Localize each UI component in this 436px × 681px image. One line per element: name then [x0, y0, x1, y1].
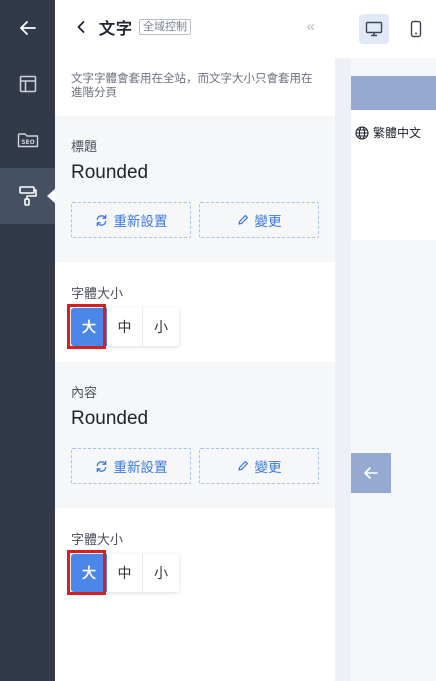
highlight-box	[67, 550, 106, 595]
content-size-label: 字體大小	[71, 532, 124, 547]
site-preview: 繁體中文	[335, 58, 436, 681]
globe-icon	[355, 125, 369, 140]
paint-roller-icon	[18, 186, 37, 206]
panel-description: 文字字體會套用在全站，而文字大小只會套用在進階分頁	[71, 73, 313, 99]
panel-header: 文字 全域控制	[55, 0, 335, 54]
content-font-label: 內容	[71, 385, 98, 400]
pencil-icon	[237, 215, 248, 225]
arrow-left-icon	[364, 467, 378, 479]
language-label: 繁體中文	[373, 126, 422, 140]
seo-folder-icon: SEO	[17, 133, 38, 148]
title-size-small[interactable]: 小	[143, 308, 179, 346]
refresh-icon	[96, 460, 106, 472]
desktop-view-button[interactable]	[359, 14, 389, 44]
chevron-left-icon[interactable]	[73, 19, 89, 35]
collapse-panel-icon[interactable]: «	[307, 18, 315, 35]
title-size-label: 字體大小	[71, 286, 124, 301]
content-change-label: 變更	[254, 460, 282, 475]
phone-icon	[410, 20, 422, 38]
title-font-label: 標題	[71, 139, 98, 154]
global-control-tag: 全域控制	[139, 19, 192, 35]
language-switcher[interactable]: 繁體中文	[355, 124, 421, 141]
preview-prev-arrow[interactable]	[351, 453, 391, 493]
text-settings-panel: 文字 全域控制 « 文字字體會套用在全站，而文字大小只會套用在進階分頁 標題 R…	[55, 0, 335, 681]
title-size-medium[interactable]: 中	[107, 308, 143, 346]
content-size-section: 字體大小 大 中 小	[55, 508, 335, 628]
rail-style-button[interactable]	[0, 168, 55, 224]
highlight-box	[67, 304, 106, 349]
monitor-icon	[365, 21, 383, 37]
content-reset-label: 重新設置	[113, 460, 168, 475]
svg-text:SEO: SEO	[21, 139, 35, 146]
panel-title: 文字	[99, 21, 134, 38]
mobile-view-button[interactable]	[401, 14, 431, 44]
content-size-medium[interactable]: 中	[107, 554, 143, 592]
rail-seo-button[interactable]: SEO	[0, 112, 55, 168]
title-change-label: 變更	[254, 214, 282, 229]
preview-site-bar	[351, 76, 436, 110]
content-change-button[interactable]: 變更	[199, 448, 319, 484]
title-reset-button[interactable]: 重新設置	[71, 202, 191, 238]
pencil-icon	[237, 461, 248, 471]
content-size-small[interactable]: 小	[143, 554, 179, 592]
title-change-button[interactable]: 變更	[199, 202, 319, 238]
title-font-name: Rounded	[71, 162, 149, 183]
layout-icon	[19, 75, 36, 93]
refresh-icon	[96, 214, 106, 226]
title-reset-label: 重新設置	[113, 214, 168, 229]
title-size-section: 字體大小 大 中 小	[55, 262, 335, 362]
left-rail: SEO	[0, 0, 55, 681]
rail-layout-button[interactable]	[0, 56, 55, 112]
content-font-name: Rounded	[71, 408, 149, 429]
title-font-section: 標題 Rounded 重新設置 變更	[55, 116, 335, 262]
content-font-section: 內容 Rounded 重新設置 變更	[55, 362, 335, 508]
content-reset-button[interactable]: 重新設置	[71, 448, 191, 484]
arrow-left-icon	[19, 21, 36, 35]
rail-back-button[interactable]	[0, 0, 55, 56]
preview-toolbar	[335, 0, 436, 58]
